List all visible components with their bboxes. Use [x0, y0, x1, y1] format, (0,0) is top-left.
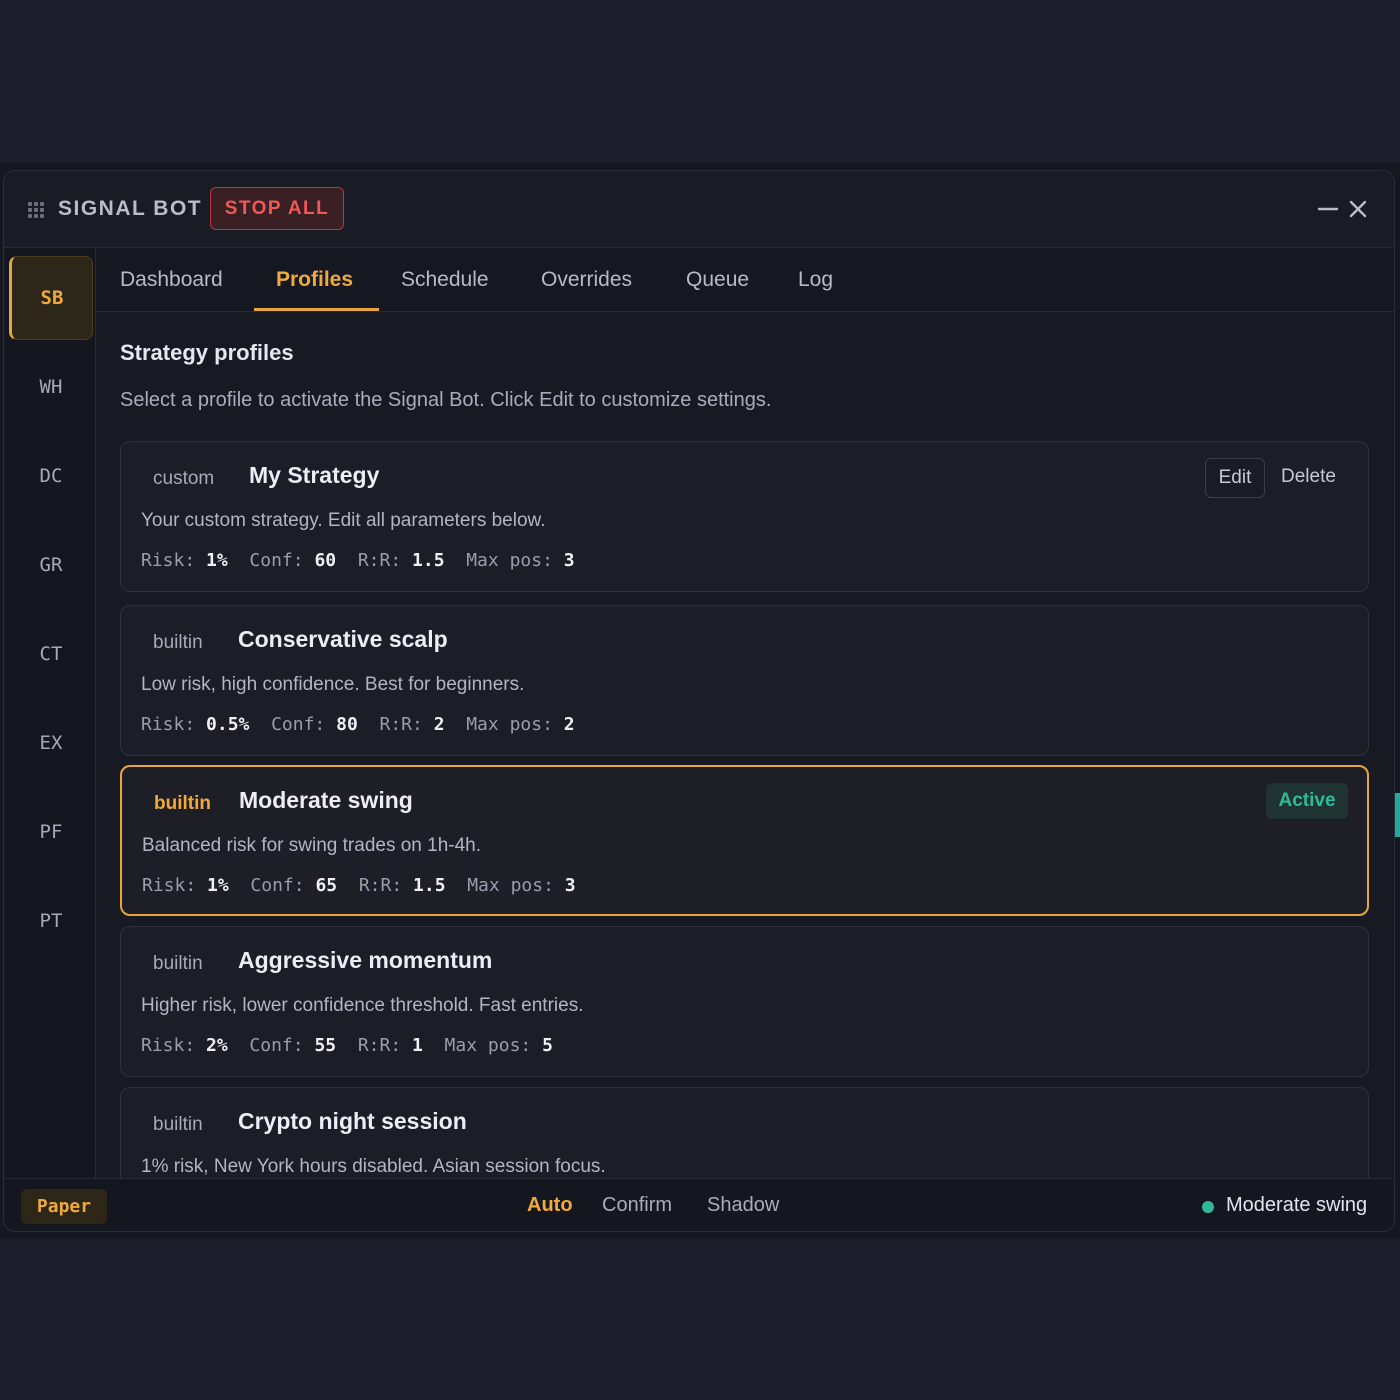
profile-card-crypto-night-session[interactable]: builtin Crypto night session 1% risk, Ne…	[120, 1087, 1369, 1178]
profile-params: Risk: 1% Conf: 60 R:R: 1.5 Max pos: 3	[141, 550, 575, 571]
active-badge: Active	[1266, 783, 1348, 819]
profile-description: 1% risk, New York hours disabled. Asian …	[141, 1156, 606, 1177]
profile-name: Crypto night session	[238, 1108, 467, 1134]
sidebar-item-ct[interactable]: CT	[9, 612, 93, 696]
edit-button[interactable]: Edit	[1205, 458, 1265, 498]
profile-kind: builtin	[153, 1114, 203, 1135]
profile-name: My Strategy	[249, 462, 380, 488]
profile-kind: builtin	[153, 953, 203, 974]
drag-grip-icon[interactable]	[28, 202, 44, 218]
tab-dashboard[interactable]: Dashboard	[120, 248, 223, 312]
mode-confirm[interactable]: Confirm	[602, 1194, 672, 1217]
profile-description: Balanced risk for swing trades on 1h-4h.	[142, 835, 482, 856]
mode-shadow[interactable]: Shadow	[707, 1194, 779, 1217]
profile-name: Aggressive momentum	[238, 947, 493, 973]
profile-params: Risk: 0.5% Conf: 80 R:R: 2 Max pos: 2	[141, 714, 575, 735]
mode-auto[interactable]: Auto	[527, 1194, 573, 1217]
sidebar-item-pf[interactable]: PF	[9, 790, 93, 874]
profile-name: Moderate swing	[239, 787, 413, 813]
profile-params: Risk: 2% Conf: 55 R:R: 1 Max pos: 5	[141, 1035, 553, 1056]
profile-card-moderate-swing[interactable]: builtin Moderate swing Active Balanced r…	[120, 765, 1369, 916]
app-title: SIGNAL BOT	[58, 197, 203, 220]
tab-queue[interactable]: Queue	[686, 248, 749, 312]
stop-all-button[interactable]: STOP ALL	[210, 187, 344, 230]
background-chart-edge	[1395, 793, 1400, 837]
section-title: Strategy profiles	[120, 340, 294, 365]
profile-name: Conservative scalp	[238, 626, 448, 652]
close-icon[interactable]	[1346, 197, 1370, 221]
profile-card-aggressive-momentum[interactable]: builtin Aggressive momentum Higher risk,…	[120, 926, 1369, 1077]
sidebar-item-pt[interactable]: PT	[9, 879, 93, 963]
signal-bot-panel: SIGNAL BOT STOP ALL SB WH DC GR CT EX PF…	[3, 170, 1395, 1232]
profile-description: Higher risk, lower confidence threshold.…	[141, 995, 584, 1016]
profile-card-my-strategy[interactable]: custom My Strategy Edit Delete Your cust…	[120, 441, 1369, 592]
minimize-icon[interactable]	[1316, 197, 1340, 221]
profile-description: Low risk, high confidence. Best for begi…	[141, 674, 525, 695]
tab-overrides[interactable]: Overrides	[541, 248, 632, 312]
sidebar: SB WH DC GR CT EX PF PT	[4, 248, 96, 1178]
account-mode-chip[interactable]: Paper	[21, 1189, 107, 1224]
sidebar-item-sb[interactable]: SB	[9, 256, 93, 340]
tab-log[interactable]: Log	[798, 248, 833, 312]
tab-profiles[interactable]: Profiles	[276, 248, 353, 312]
tab-bar: Dashboard Profiles Schedule Overrides Qu…	[96, 248, 1394, 312]
sidebar-item-ex[interactable]: EX	[9, 701, 93, 785]
profile-kind: builtin	[154, 793, 211, 814]
profile-card-conservative-scalp[interactable]: builtin Conservative scalp Low risk, hig…	[120, 605, 1369, 756]
title-bar[interactable]: SIGNAL BOT STOP ALL	[4, 171, 1394, 248]
profile-kind: builtin	[153, 632, 203, 653]
sidebar-item-gr[interactable]: GR	[9, 523, 93, 607]
sidebar-item-dc[interactable]: DC	[9, 434, 93, 518]
sidebar-item-wh[interactable]: WH	[9, 345, 93, 429]
profile-kind: custom	[153, 468, 215, 489]
profiles-content[interactable]: Strategy profiles Select a profile to ac…	[96, 312, 1394, 1178]
profile-description: Your custom strategy. Edit all parameter…	[141, 510, 546, 531]
active-tab-indicator	[254, 308, 379, 311]
tab-schedule[interactable]: Schedule	[401, 248, 489, 312]
section-subtitle: Select a profile to activate the Signal …	[120, 389, 772, 411]
profile-params: Risk: 1% Conf: 65 R:R: 1.5 Max pos: 3	[142, 875, 576, 896]
status-footer: Paper Auto Confirm Shadow Moderate swing	[4, 1178, 1394, 1231]
delete-button[interactable]: Delete	[1281, 466, 1336, 488]
active-profile-status: Moderate swing	[1226, 1194, 1368, 1216]
status-dot-icon	[1202, 1201, 1214, 1213]
